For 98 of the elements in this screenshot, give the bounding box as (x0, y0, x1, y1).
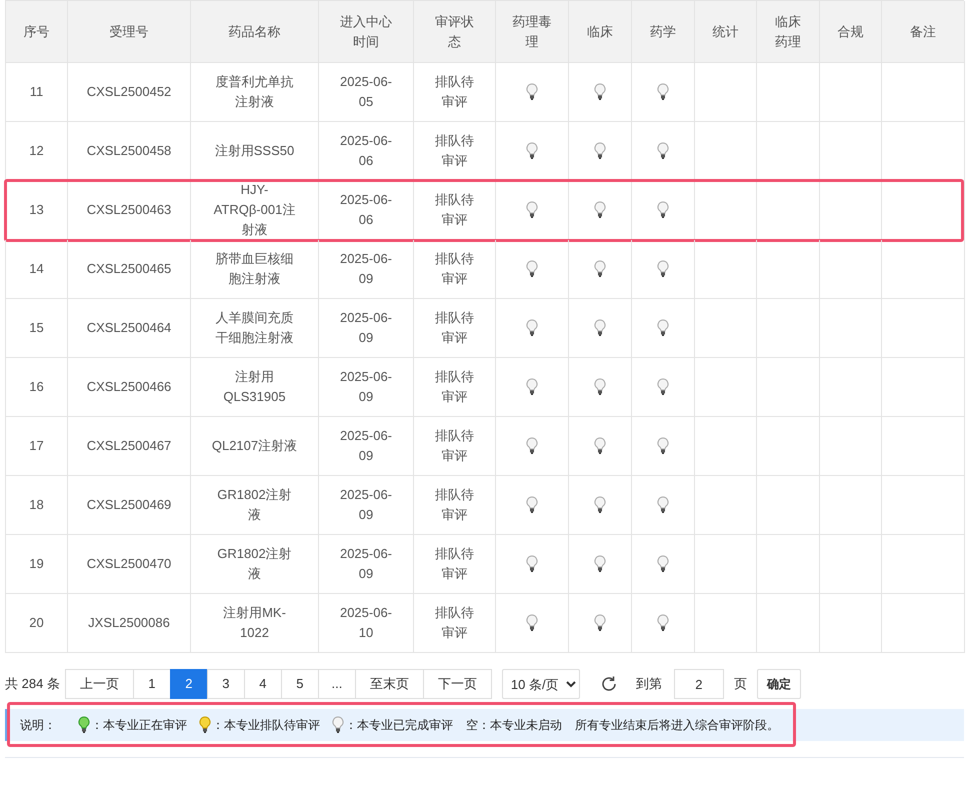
legend-text: ：本专业正在审评 (91, 716, 187, 734)
table-cell-text: 20 (29, 614, 44, 632)
table-cell-text: 排队待审评 (434, 132, 474, 170)
table-cell-text: QL2107注射液 (212, 437, 298, 455)
column-header: 进入中心时间 (339, 12, 393, 50)
empty-cell (820, 476, 882, 535)
table-cell-text: CXSL2500463 (86, 201, 172, 219)
table-cell-text: 2025-06-10 (338, 604, 394, 642)
table-cell-text: 2025-06-06 (338, 132, 394, 170)
table-cell-text: 2025-06-05 (338, 73, 394, 111)
empty-cell (820, 417, 882, 476)
table-cell-text: 排队待审评 (434, 486, 474, 524)
page-unit: 页 (734, 675, 747, 694)
table-cell-text: 15 (29, 319, 44, 337)
table-cell-text: GR1802注射液 (216, 545, 293, 583)
column-header: 合规 (838, 22, 864, 40)
table-cell-text: CXSL2500464 (86, 319, 172, 337)
table-cell-text: 度普利尤单抗注射液 (214, 73, 294, 111)
table-cell-text: CXSL2500470 (86, 555, 172, 573)
page-button[interactable]: 上一页 (64, 669, 134, 699)
empty-cell (820, 594, 882, 653)
table-cell-text: 14 (29, 260, 44, 278)
empty-cell (820, 535, 882, 594)
confirm-button[interactable]: 确定 (756, 669, 801, 699)
table-cell-text: 注射用SSS50 (214, 142, 294, 160)
table-cell-text: 排队待审评 (434, 368, 474, 406)
table-cell-text: 脐带血巨核细胞注射液 (214, 250, 294, 288)
table-cell-text: CXSL2500465 (86, 260, 172, 278)
table-cell-text: JXSL2500086 (88, 614, 170, 632)
table-cell-text: 2025-06-09 (338, 309, 394, 347)
empty-cell (757, 299, 820, 358)
table-cell-text: 12 (29, 142, 44, 160)
empty-cell (757, 417, 820, 476)
page-button[interactable]: 1 (132, 669, 171, 699)
table-cell-text: 2025-06-09 (338, 250, 394, 288)
column-header: 临床药理 (774, 12, 802, 50)
table-cell-text: CXSL2500458 (86, 142, 172, 160)
table-cell-text: 排队待审评 (434, 250, 474, 288)
page-button[interactable]: 2 (170, 669, 208, 699)
empty-cell (757, 358, 820, 417)
page-button[interactable]: 5 (280, 669, 319, 699)
legend-text: 空：本专业未启动 (466, 716, 562, 734)
table-cell-text: 排队待审评 (434, 427, 474, 465)
table-cell-text: 2025-06-09 (338, 486, 394, 524)
empty-cell (820, 358, 882, 417)
table-cell-text: 2025-06-06 (338, 191, 394, 229)
column-header: 受理号 (110, 22, 148, 40)
table-cell-text: 17 (29, 437, 44, 455)
table-cell-text: 注射用QLS31905 (222, 368, 287, 406)
total-count: 共 284 条 (5, 675, 60, 694)
page-button[interactable]: 3 (206, 669, 245, 699)
legend-text: 所有专业结束后将进入综合审评阶段。 (575, 716, 779, 734)
goto-label: 到第 (636, 675, 662, 694)
table-cell-text: 注射用MK-1022 (222, 604, 287, 642)
table-cell-text: 人羊膜间充质干细胞注射液 (214, 309, 294, 347)
page-size-select[interactable]: 10 条/页 (502, 669, 580, 699)
table-cell-text: 11 (30, 83, 44, 101)
table-cell-text: 排队待审评 (434, 309, 474, 347)
column-header: 临床 (587, 22, 613, 40)
table-cell-text: 2025-06-09 (338, 368, 394, 406)
page-button[interactable]: 4 (244, 669, 282, 699)
table-cell-text: CXSL2500469 (86, 496, 172, 514)
column-header: 备注 (910, 22, 936, 40)
table-cell-text: 排队待审评 (434, 545, 474, 583)
column-header: 药理毒理 (512, 12, 552, 50)
empty-cell (820, 299, 882, 358)
column-header: 统计 (712, 22, 738, 40)
legend-text: ：本专业排队待审评 (212, 716, 320, 734)
empty-cell (820, 240, 882, 299)
empty-cell (757, 476, 820, 535)
table-cell-text: 18 (29, 496, 44, 514)
table-cell-text: CXSL2500466 (86, 378, 172, 396)
empty-cell (757, 594, 820, 653)
column-header: 审评状态 (434, 12, 474, 50)
table-cell-text: 19 (29, 555, 44, 573)
table-cell-text: 排队待审评 (434, 73, 474, 111)
refresh-icon[interactable] (600, 675, 618, 693)
table-cell-text: GR1802注射液 (216, 486, 293, 524)
legend-text: ：本专业已完成审评 (345, 716, 453, 734)
page-input[interactable]: 2 (674, 669, 724, 699)
table-cell-text: 13 (29, 201, 44, 219)
table-cell-text: 2025-06-09 (338, 427, 394, 465)
column-header: 药学 (650, 22, 676, 40)
page-button[interactable]: 至末页 (354, 669, 424, 699)
column-header: 序号 (24, 22, 50, 40)
empty-cell (757, 535, 820, 594)
table-cell-text: 排队待审评 (434, 191, 474, 229)
table-cell-text: CXSL2500452 (86, 83, 172, 101)
page-button[interactable]: 下一页 (422, 669, 492, 699)
table-cell-text: CXSL2500467 (86, 437, 172, 455)
empty-cell (757, 240, 820, 299)
table-cell-text: 16 (29, 378, 44, 396)
column-header: 药品名称 (228, 22, 280, 40)
table-cell-text: HJY-ATRQβ-001注射液 (212, 181, 296, 239)
page-button[interactable]: ... (318, 669, 356, 699)
table-cell-text: 排队待审评 (434, 604, 474, 642)
table-cell-text: 2025-06-09 (338, 545, 394, 583)
legend-title: 说明： (20, 716, 56, 734)
